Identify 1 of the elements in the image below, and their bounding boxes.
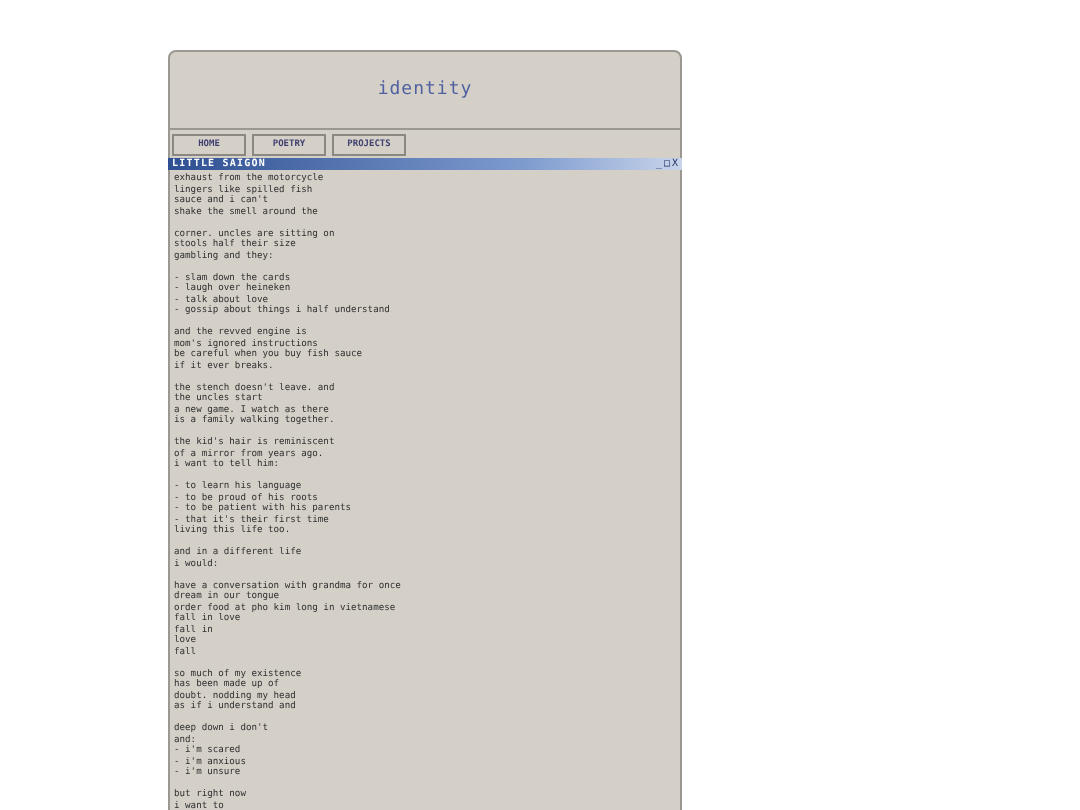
site-title: identity <box>377 80 473 100</box>
